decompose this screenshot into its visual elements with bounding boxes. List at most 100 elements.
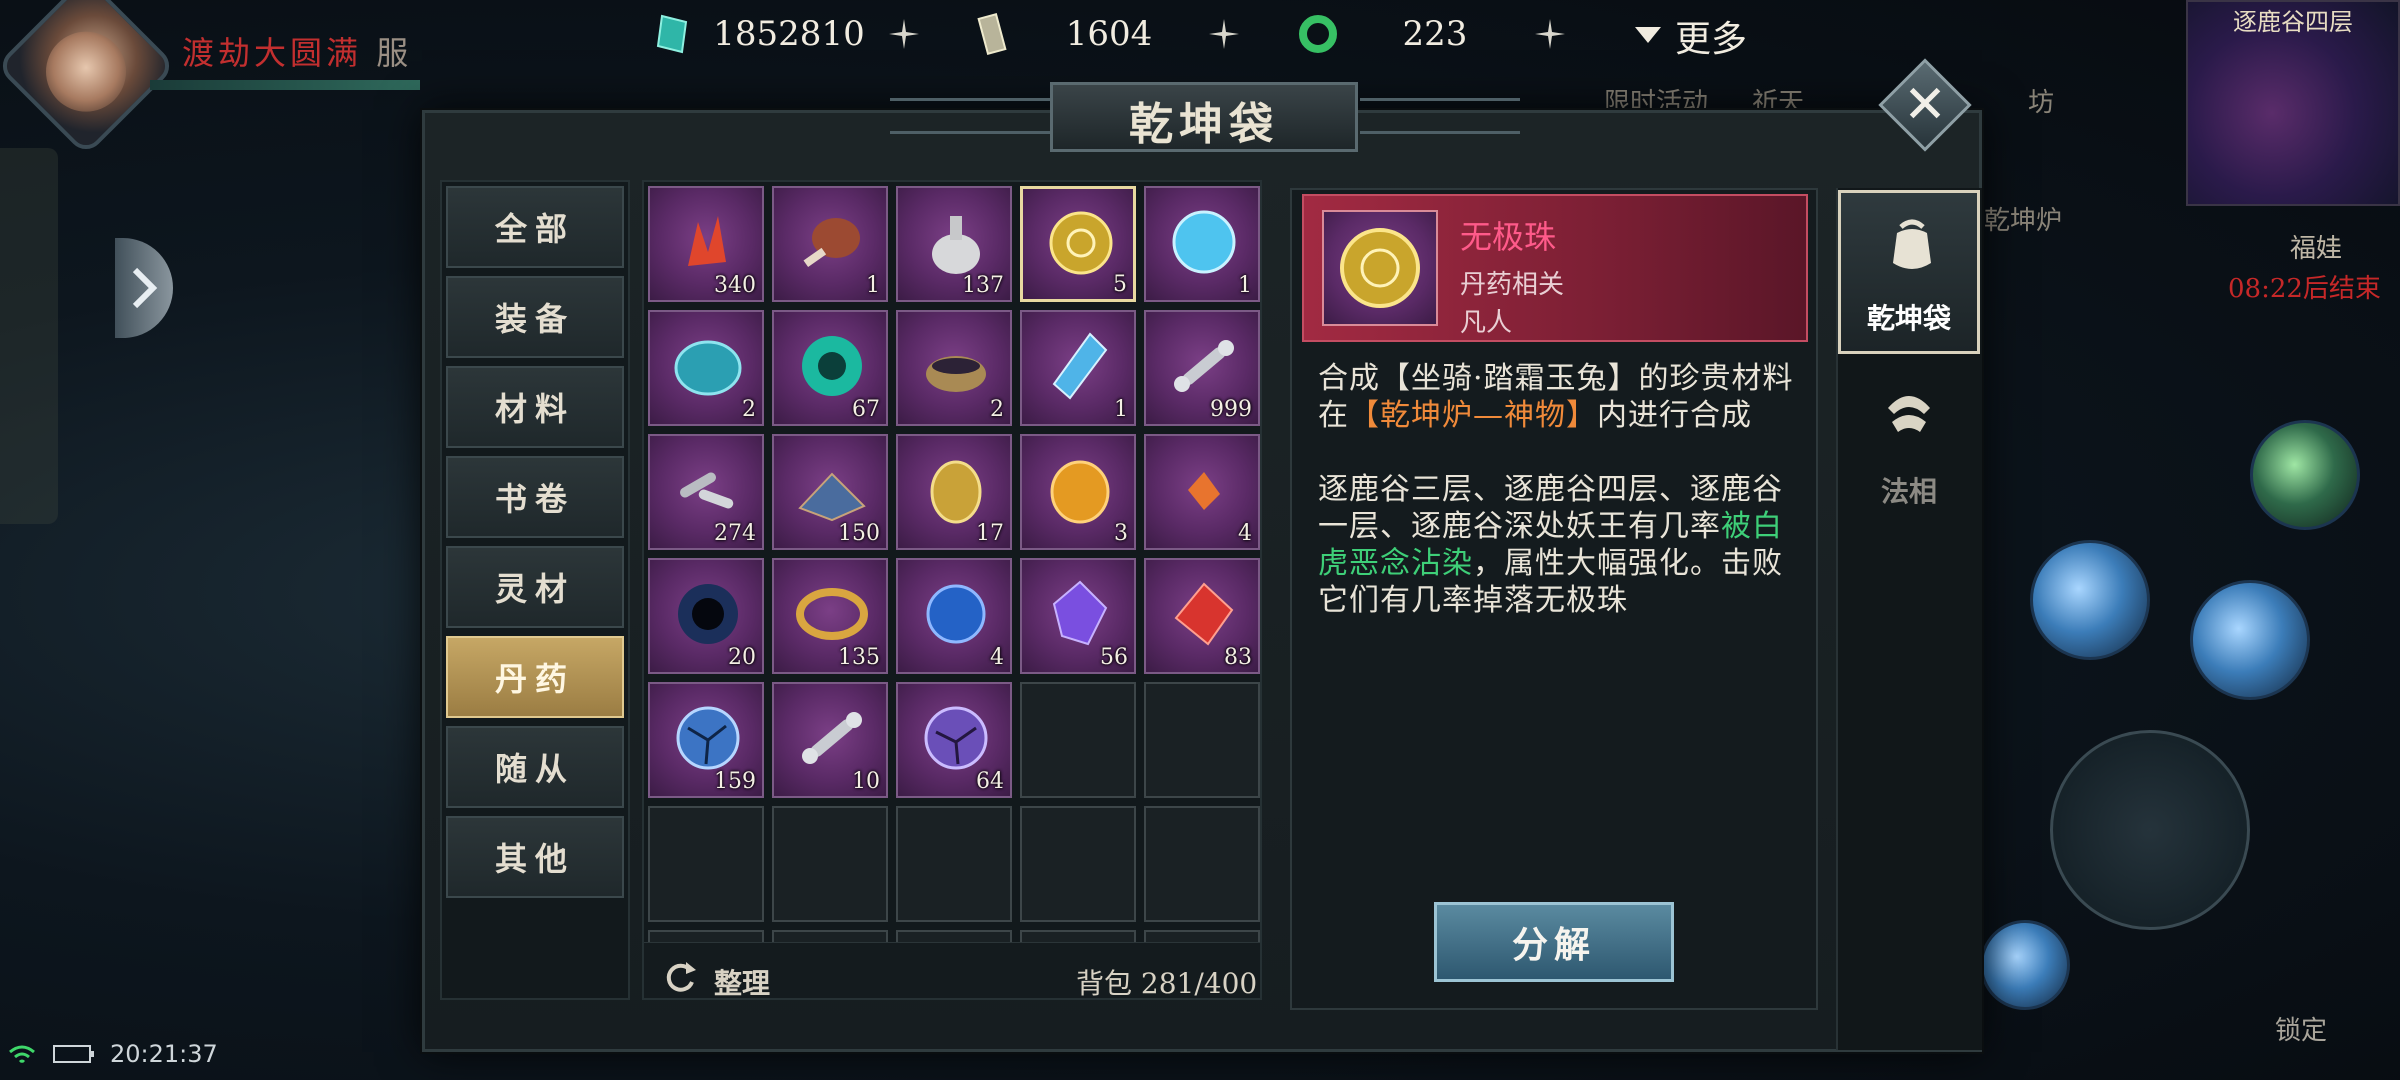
lock-target-label[interactable]: 锁定 (2275, 1010, 2327, 1047)
player-avatar[interactable] (0, 0, 177, 157)
item-count: 4 (1238, 521, 1252, 546)
amber-stone-icon (1050, 460, 1110, 524)
jade-crystal-icon (650, 12, 694, 56)
cracked-blue-orb-icon (676, 706, 740, 770)
inventory-slot[interactable]: 159 (648, 682, 764, 798)
side-tab-label: 乾坤袋 (1866, 302, 1951, 335)
dharma-icon (1888, 396, 1930, 432)
title-ornament-right (1360, 98, 1520, 134)
item-count: 150 (838, 521, 880, 546)
workshop-label[interactable]: 坊 (2028, 82, 2054, 119)
category-tab-other[interactable]: 其他 (446, 816, 624, 898)
inventory-slot[interactable]: 83 (1144, 558, 1260, 674)
item-count: 56 (1100, 645, 1128, 670)
inventory-slot[interactable]: 64 (896, 682, 1012, 798)
decompose-button[interactable]: 分解 (1434, 902, 1674, 982)
side-tab-label: 法相 (1880, 475, 1937, 508)
close-icon[interactable]: ✕ (1892, 72, 1958, 138)
currency-value: 1604 (1065, 14, 1153, 54)
add-currency-button[interactable] (1530, 14, 1570, 54)
empty-slot[interactable] (648, 806, 764, 922)
bone-fragments-icon (680, 472, 734, 509)
add-currency-button[interactable] (1204, 14, 1244, 54)
dark-portal-icon (678, 584, 738, 644)
item-count: 17 (976, 521, 1004, 546)
alchemy-cauldron-icon (926, 356, 986, 392)
bag-capacity: 背包 281/400 (1076, 967, 1258, 1000)
empty-slot[interactable] (1020, 806, 1136, 922)
item-count: 67 (852, 397, 880, 422)
side-tab-dharma[interactable]: 法相 (1838, 360, 1980, 524)
item-count: 1 (1114, 397, 1128, 422)
player-exp-bar (150, 80, 420, 90)
item-description: 合成【坐骑·踏霜玉兔】的珍贵材料 在【乾坤炉—神物】内进行合成 逐鹿谷三层、逐鹿… (1318, 360, 1798, 619)
category-tab-materials[interactable]: 材料 (446, 366, 624, 448)
title-ornament-left (890, 98, 1050, 134)
purple-crystal-icon (1052, 580, 1108, 646)
category-tab-scrolls[interactable]: 书卷 (446, 456, 624, 538)
currency-value: 1852810 (713, 14, 865, 54)
red-coral-icon (688, 216, 726, 266)
more-menu-button[interactable]: 更多 (1635, 10, 1747, 62)
sort-button[interactable]: 整理 (714, 962, 770, 1002)
empty-slot[interactable] (1020, 682, 1136, 798)
empty-slot[interactable] (1144, 682, 1260, 798)
category-tab-spirit-materials[interactable]: 灵材 (446, 546, 624, 628)
empty-slot[interactable] (896, 806, 1012, 922)
category-tab-pills[interactable]: 丹药 (446, 636, 624, 718)
expand-arrow-button[interactable] (115, 238, 173, 338)
clock-time: 20:21:37 (110, 1040, 218, 1068)
inventory-slot[interactable]: 2 (896, 310, 1012, 426)
inventory-slot[interactable]: 4 (896, 558, 1012, 674)
inventory-slot[interactable]: 340 (648, 186, 764, 302)
more-label: 更多 (1675, 19, 1748, 60)
jade-ring-icon (1296, 12, 1340, 56)
chevron-down-icon (1635, 27, 1661, 43)
inventory-slot[interactable]: 274 (648, 434, 764, 550)
item-name: 无极珠 (1460, 218, 1557, 256)
inventory-slot[interactable]: 67 (772, 310, 888, 426)
category-tab-followers[interactable]: 随从 (446, 726, 624, 808)
status-bar: 20:21:37 (6, 1040, 218, 1068)
attack-button[interactable] (2050, 730, 2250, 930)
inventory-slot[interactable]: 999 (1144, 310, 1260, 426)
inventory-slot[interactable]: 5 (1020, 186, 1136, 302)
empty-slot[interactable] (772, 806, 888, 922)
inventory-slot[interactable]: 1 (1020, 310, 1136, 426)
inventory-slot[interactable]: 56 (1020, 558, 1136, 674)
inventory-slot[interactable]: 135 (772, 558, 888, 674)
add-currency-button[interactable] (884, 14, 924, 54)
crystal-vial-icon (1052, 332, 1108, 400)
inventory-slot[interactable]: 1 (1144, 186, 1260, 302)
skill-button-2[interactable] (2190, 580, 2310, 700)
side-tab-bag[interactable]: 乾坤袋 (1838, 190, 1980, 354)
left-quick-strip (0, 148, 58, 524)
plus-icon (1535, 19, 1565, 49)
item-count: 159 (714, 769, 756, 794)
inventory-slot[interactable]: 1 (772, 186, 888, 302)
inventory-slot[interactable]: 3 (1020, 434, 1136, 550)
item-count: 2 (990, 397, 1004, 422)
item-count: 274 (714, 521, 756, 546)
item-count: 83 (1224, 645, 1252, 670)
skill-button-4[interactable] (1980, 920, 2070, 1010)
inventory-slot[interactable]: 17 (896, 434, 1012, 550)
refresh-icon[interactable] (660, 958, 700, 998)
item-count: 5 (1113, 272, 1127, 297)
empty-slot[interactable] (1144, 806, 1260, 922)
inventory-slot[interactable]: 137 (896, 186, 1012, 302)
item-count: 64 (976, 769, 1004, 794)
inventory-slot[interactable]: 10 (772, 682, 888, 798)
inventory-slot[interactable]: 20 (648, 558, 764, 674)
inventory-slot[interactable]: 150 (772, 434, 888, 550)
inventory-slot[interactable]: 4 (1144, 434, 1260, 550)
skill-button-3[interactable] (2250, 420, 2360, 530)
talisman-token-icon (970, 12, 1014, 56)
category-tab-all[interactable]: 全部 (446, 186, 624, 268)
category-tab-equipment[interactable]: 装备 (446, 276, 624, 358)
furnace-link: 【乾坤炉—神物】 (1349, 398, 1597, 433)
skill-button-1[interactable] (2030, 540, 2150, 660)
cyan-stone-icon (674, 340, 742, 396)
furnace-label[interactable]: 乾坤炉 (1984, 200, 2062, 237)
inventory-slot[interactable]: 2 (648, 310, 764, 426)
